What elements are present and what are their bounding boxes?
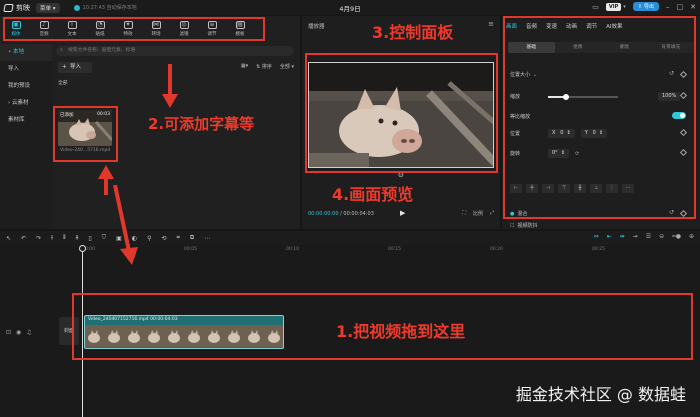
ruler-tick: 00:25 — [592, 247, 605, 252]
zoom-in-icon[interactable]: ⊕ — [689, 233, 694, 240]
more-icon[interactable]: ≡ — [488, 20, 494, 28]
annotation-box-thumbnail — [53, 106, 118, 162]
title-bar: 剪映 菜单 ▾ 10:27:43 自动保存本地 4月9日 ▭ VIP ▾ ⇪ 导… — [0, 0, 700, 15]
sort-button[interactable]: ⇅ 排序 — [256, 63, 272, 70]
link2-icon[interactable]: ⇹ — [620, 233, 625, 240]
annotation-arrow-long-icon — [113, 185, 138, 265]
player-panel: 播放器 ≡ 3.控制面板 ⊙ 4.画面预览 00:00:00:00 / 00:0… — [302, 16, 500, 229]
sidebar-item-cloud[interactable]: › 云素材 — [0, 95, 52, 112]
zoom-out-icon[interactable]: ⊖ — [659, 233, 664, 240]
ruler-tick: 00:15 — [388, 247, 401, 252]
playhead-handle[interactable] — [79, 245, 86, 252]
annotation-3: 3.控制面板 — [372, 23, 454, 42]
layout-icon[interactable]: ▭ — [592, 3, 599, 11]
fit-icon[interactable]: ⛶ — [462, 210, 466, 217]
export-button[interactable]: ⇪ 导出 — [632, 2, 659, 11]
properties-panel: 画面 音频 变速 动画 调节 AI效果 基础 抠像 蒙版 背景填充 位置大小 ⌄ … — [502, 16, 700, 229]
sidebar-item-presets[interactable]: 我的预设 — [0, 78, 52, 95]
view-toggle-icon[interactable]: ▦▾ — [241, 63, 248, 70]
annotation-2: 2.可添加字幕等 — [148, 115, 255, 133]
track-header: ⊡ ◉ ♫ — [6, 329, 32, 336]
player-title: 播放器 — [308, 24, 325, 30]
preview-axis-icon[interactable]: ⇥ — [633, 233, 638, 240]
close-icon[interactable]: ✕ — [690, 3, 696, 11]
play-button[interactable]: ▶ — [400, 209, 405, 217]
undo-icon[interactable]: ↶ — [21, 235, 26, 242]
split-icon[interactable]: ⫲ — [51, 234, 53, 242]
project-title: 4月9日 — [339, 4, 361, 13]
annotation-arrow-down-icon — [162, 64, 178, 108]
search-input[interactable]: 搜索文件名称、画面元素、标语 — [56, 46, 294, 56]
media-sidebar: • 本地 导入 我的预设 › 云素材 素材库 — [0, 44, 52, 229]
mirror-icon[interactable]: ⚲ — [147, 235, 151, 242]
maximize-icon[interactable]: □ — [677, 3, 684, 11]
ruler-tick: 00:20 — [490, 247, 503, 252]
minimize-icon[interactable]: – — [666, 3, 670, 11]
annotation-box-preview — [305, 53, 498, 173]
sidebar-item-import[interactable]: 导入 — [0, 61, 52, 78]
timeline-panel: 00:00 00:05 00:10 00:15 00:20 00:25 ⊡ ◉ ♫ 封面 … — [0, 165, 700, 417]
menu-button[interactable]: 菜单 ▾ — [36, 2, 60, 13]
checkbox-icon[interactable]: ☐ — [510, 223, 514, 229]
annotation-box-props — [503, 16, 696, 219]
link-icon[interactable]: ⇔ — [594, 233, 599, 240]
timeline-toolbar: ↖ ↶ ↷ ⫲ ⫴ ⫵ ▯ ⛉ ▣ ◐ ⚲ ⟲ ⌗ ⧉ ⋯ ⇔ ⇤ ⇹ ⇥ ☰ … — [0, 231, 700, 245]
vip-badge[interactable]: VIP — [605, 2, 622, 11]
select-tool-icon[interactable]: ↖ — [6, 235, 11, 242]
mute-icon[interactable]: ♫ — [26, 329, 31, 336]
capcut-icon — [3, 3, 14, 12]
zoom-slider-icon[interactable]: ━● — [672, 233, 681, 240]
split-right-icon[interactable]: ⫵ — [76, 234, 79, 242]
watermark: 掘金技术社区 @ 数据蛙 — [515, 385, 686, 404]
align-icon[interactable]: ☰ — [646, 233, 651, 240]
ruler-tick: 00:10 — [286, 247, 299, 252]
annotation-box-toolbar — [3, 17, 265, 41]
app-name: 剪映 — [16, 3, 30, 12]
timecode: 00:00:00:00 / 00:00:04:03 — [308, 211, 374, 217]
autosave-status: 10:27:43 自动保存本地 — [73, 4, 137, 11]
all-label: 全部 — [58, 81, 68, 86]
snap-icon[interactable]: ⇤ — [607, 233, 612, 240]
vip-caret-icon[interactable]: ▾ — [623, 4, 626, 10]
redo-icon[interactable]: ↷ — [36, 235, 41, 242]
rotate-tool-icon[interactable]: ⟲ — [162, 235, 167, 242]
annotation-4: 4.画面预览 — [332, 185, 414, 204]
sidebar-item-local[interactable]: • 本地 — [0, 44, 52, 61]
sidebar-item-library[interactable]: 素材库 — [0, 112, 52, 129]
mark-icon[interactable]: ⛉ — [102, 234, 107, 242]
time-ruler: 00:00 00:05 00:10 00:15 00:20 00:25 — [82, 247, 694, 255]
crop-tool-icon[interactable]: ⧉ — [190, 234, 194, 242]
app-logo: 剪映 — [3, 3, 30, 13]
lock-icon[interactable]: ⊡ — [6, 329, 11, 336]
ruler-tick: 00:05 — [184, 247, 197, 252]
filter-button[interactable]: 全部 ▾ — [280, 63, 294, 70]
cloud-icon — [73, 4, 80, 11]
stabilize-row: ☐ 视频防抖 — [510, 222, 538, 230]
crop-icon[interactable]: ⌗ — [177, 234, 180, 242]
annotation-arrow-up-icon — [98, 165, 114, 195]
eye-icon[interactable]: ◉ — [16, 329, 21, 336]
fullscreen-icon[interactable]: ⤢ — [490, 210, 494, 217]
ratio-button[interactable]: 比例 — [473, 210, 483, 217]
annotation-1: 1.把视频拖到这里 — [336, 322, 466, 341]
import-button[interactable]: 导入 — [58, 62, 92, 73]
more-tools-icon[interactable]: ⋯ — [204, 235, 210, 242]
delete-icon[interactable]: ▯ — [88, 235, 91, 242]
media-panel: ▣ 媒体 ♪ 音频 T 文本 ◔ 贴纸 ✦ 特效 ⋈ 转场 ◎ 滤镜 ≡ 调节 ▤ 模板 • 本地 导入 我的预设… — [0, 16, 300, 229]
split-left-icon[interactable]: ⫴ — [63, 234, 66, 242]
